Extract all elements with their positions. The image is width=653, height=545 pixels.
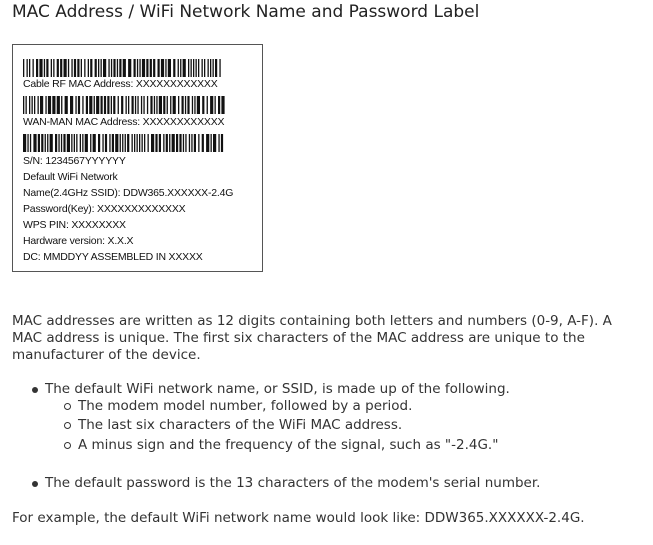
barcode-cable-rf-mac bbox=[23, 59, 225, 77]
example-paragraph: For example, the default WiFi network na… bbox=[12, 510, 585, 526]
device-label-image: Cable RF MAC Address: XXXXXXXXXXXX WAN-M… bbox=[12, 44, 263, 272]
sub-item-text: The last six characters of the WiFi MAC … bbox=[78, 417, 403, 433]
bullet-ssid: The default WiFi network name, or SSID, … bbox=[32, 381, 510, 398]
sub-item-text: The modem model number, followed by a pe… bbox=[78, 398, 413, 414]
bullet-dot-icon bbox=[32, 481, 38, 487]
bullet-dot-icon bbox=[32, 387, 38, 393]
bullet-circle-icon bbox=[64, 422, 71, 429]
bullet-circle-icon bbox=[64, 403, 71, 410]
barcode-wan-man-mac bbox=[23, 96, 225, 114]
label-ssid: Name(2.4GHz SSID): DDW365.XXXXXX-2.4G bbox=[23, 187, 234, 199]
intro-paragraph: MAC addresses are written as 12 digits c… bbox=[12, 313, 612, 363]
bullet-password: The default password is the 13 character… bbox=[32, 475, 541, 492]
label-serial: S/N: 1234567YYYYYY bbox=[23, 155, 126, 167]
sub-item-text: A minus sign and the frequency of the si… bbox=[78, 437, 499, 453]
sub-item: The last six characters of the WiFi MAC … bbox=[64, 417, 403, 434]
label-wps-pin: WPS PIN: XXXXXXXX bbox=[23, 219, 126, 231]
label-wan-man-mac: WAN-MAN MAC Address: XXXXXXXXXXXX bbox=[23, 116, 225, 128]
label-password: Password(Key): XXXXXXXXXXXXX bbox=[23, 203, 186, 215]
label-hardware-version: Hardware version: X.X.X bbox=[23, 235, 134, 247]
label-date-code: DC: MMDDYY ASSEMBLED IN XXXXX bbox=[23, 251, 203, 263]
barcode-serial bbox=[23, 134, 225, 152]
label-wifi-network: Default WiFi Network bbox=[23, 171, 118, 183]
label-cable-rf-mac: Cable RF MAC Address: XXXXXXXXXXXX bbox=[23, 78, 218, 90]
bullet-ssid-text: The default WiFi network name, or SSID, … bbox=[45, 381, 510, 397]
page-title: MAC Address / WiFi Network Name and Pass… bbox=[12, 2, 480, 22]
sub-item: A minus sign and the frequency of the si… bbox=[64, 437, 499, 454]
bullet-circle-icon bbox=[64, 442, 71, 449]
sub-item: The modem model number, followed by a pe… bbox=[64, 398, 413, 415]
bullet-password-text: The default password is the 13 character… bbox=[45, 475, 541, 491]
